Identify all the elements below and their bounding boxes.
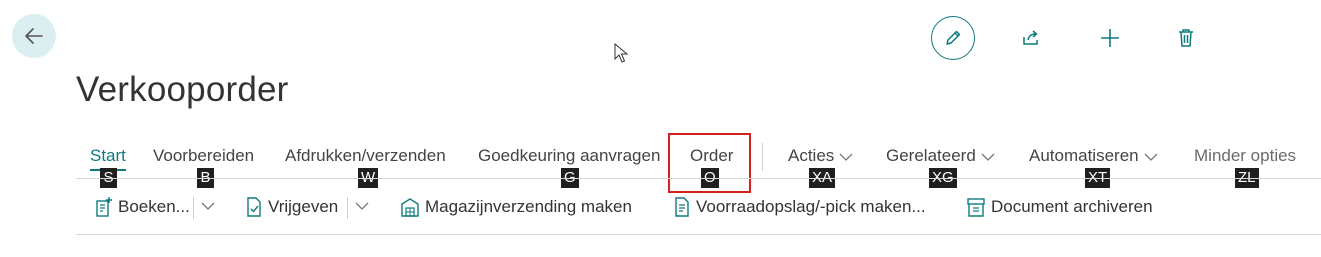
plus-icon <box>1101 29 1119 47</box>
vrijgeven-label: Vrijgeven <box>268 197 339 216</box>
share-icon <box>1023 30 1038 45</box>
chevron-down-icon <box>1144 153 1158 161</box>
trash-icon <box>1179 29 1193 47</box>
archive-document-icon <box>967 198 985 217</box>
inventory-pick-icon <box>675 197 689 217</box>
tab-minder-opties[interactable]: Minder opties <box>1194 146 1296 166</box>
tab-voorbereiden[interactable]: Voorbereiden <box>153 146 254 166</box>
tab-automatiseren[interactable]: Automatiseren <box>1029 146 1158 166</box>
edit-button[interactable] <box>931 16 975 60</box>
voorraadopslag-label: Voorraadopslag/-pick maken... <box>696 197 926 216</box>
delete-button[interactable] <box>1173 25 1199 51</box>
chevron-down-icon <box>981 153 995 161</box>
document-archiveren-button[interactable]: Document archiveren <box>966 196 1153 218</box>
tab-separator <box>762 143 763 171</box>
tab-automatiseren-label: Automatiseren <box>1029 146 1139 165</box>
share-button[interactable] <box>1018 25 1044 51</box>
boeken-label: Boeken... <box>118 197 190 216</box>
divider <box>76 234 1321 235</box>
page-title: Verkooporder <box>76 70 289 109</box>
magazijnverzending-button[interactable]: Magazijnverzending maken <box>400 196 632 218</box>
back-button[interactable] <box>12 14 56 58</box>
warehouse-shipment-icon <box>401 198 419 217</box>
tab-gerelateerd-label: Gerelateerd <box>886 146 976 165</box>
cursor-arrow-icon <box>614 42 629 63</box>
new-button[interactable] <box>1097 25 1123 51</box>
action-tab-bar: Start S Voorbereiden B Afdrukken/verzend… <box>0 143 1321 188</box>
release-document-icon <box>247 197 261 217</box>
mouse-cursor <box>614 42 630 70</box>
tab-goedkeuring-aanvragen[interactable]: Goedkeuring aanvragen <box>478 146 660 166</box>
divider <box>76 178 1321 179</box>
boeken-button[interactable]: Boeken... <box>95 196 190 218</box>
tab-start[interactable]: Start <box>90 146 126 171</box>
chevron-down-icon <box>839 153 853 161</box>
pencil-icon <box>946 30 961 45</box>
voorraadopslag-button[interactable]: Voorraadopslag/-pick maken... <box>673 196 926 218</box>
document-archiveren-label: Document archiveren <box>991 197 1153 216</box>
chevron-down-icon[interactable] <box>354 199 370 213</box>
tab-afdrukken-verzenden[interactable]: Afdrukken/verzenden <box>285 146 446 166</box>
order-tab-highlight <box>668 133 751 193</box>
split-divider <box>193 197 194 219</box>
vrijgeven-button[interactable]: Vrijgeven <box>245 196 338 218</box>
tab-acties[interactable]: Acties <box>788 146 853 166</box>
tab-acties-label: Acties <box>788 146 835 165</box>
chevron-down-icon[interactable] <box>200 199 216 213</box>
tab-gerelateerd[interactable]: Gerelateerd <box>886 146 995 166</box>
post-document-icon <box>96 197 112 217</box>
split-divider <box>347 197 348 219</box>
arrow-left-icon <box>25 28 43 44</box>
magazijnverzending-label: Magazijnverzending maken <box>425 197 632 216</box>
